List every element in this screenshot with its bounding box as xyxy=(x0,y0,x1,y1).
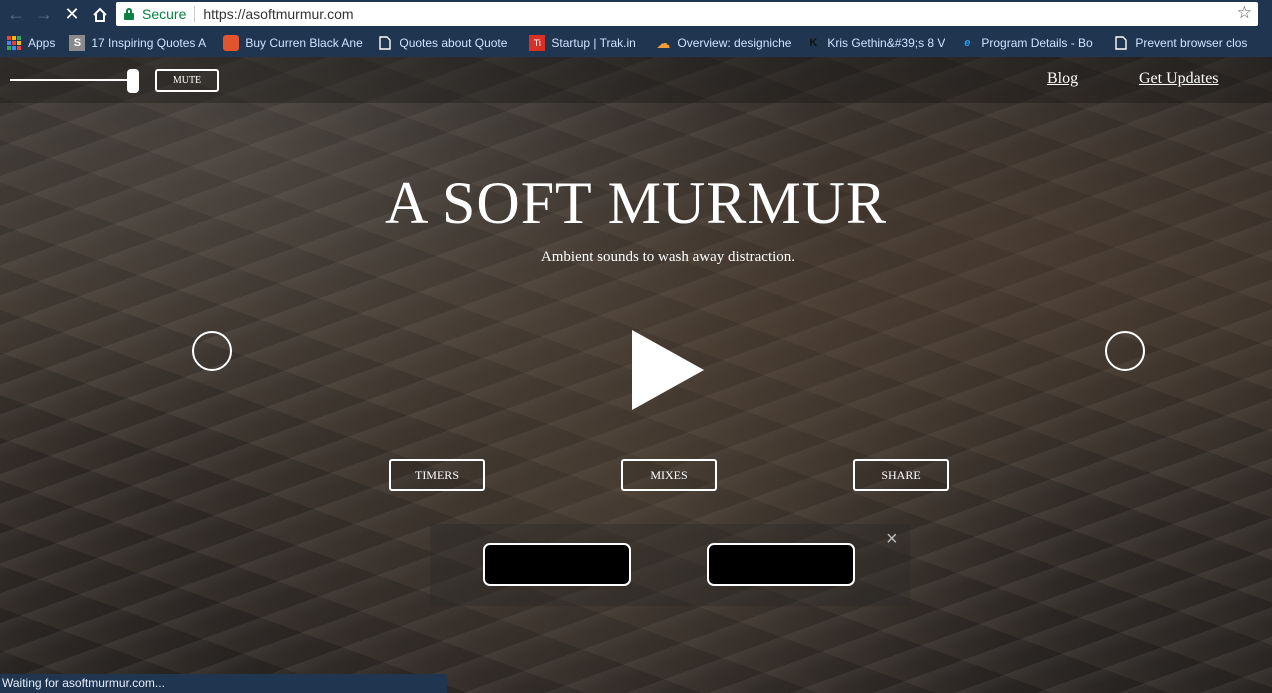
stop-loading-icon[interactable]: ✕ xyxy=(60,3,84,27)
bookmark-item[interactable]: Quotes about Quote xyxy=(377,35,515,51)
share-button[interactable]: SHARE xyxy=(853,459,949,491)
shopping-bag-icon xyxy=(223,35,240,51)
social-button-left[interactable] xyxy=(483,543,631,586)
bookmark-item[interactable]: ☁ Overview: designiche xyxy=(655,35,791,51)
bookmark-label: Quotes about Quote xyxy=(399,36,508,50)
back-icon[interactable]: ← xyxy=(4,3,28,27)
get-updates-link[interactable]: Get Updates xyxy=(1139,70,1219,88)
url-text[interactable]: https://asoftmurmur.com xyxy=(203,6,353,22)
bookmark-label: Overview: designiche xyxy=(677,36,792,50)
play-icon[interactable] xyxy=(632,330,704,410)
secure-label: Secure xyxy=(142,6,187,22)
bookmark-label: Apps xyxy=(28,36,56,50)
page-background: MUTE Blog Get Updates A SOFT MURMUR Ambi… xyxy=(0,57,1272,693)
next-circle-button[interactable] xyxy=(1105,331,1145,371)
bookmarks-bar: Apps S 17 Inspiring Quotes A Buy Curren … xyxy=(0,29,1272,57)
bookmark-item[interactable]: e Program Details - Bo xyxy=(959,35,1099,51)
bookmark-item[interactable]: Prevent browser clos xyxy=(1113,35,1263,51)
bookmark-label: Startup | Trak.in xyxy=(551,36,636,50)
bookmark-label: 17 Inspiring Quotes A xyxy=(91,36,207,50)
page-icon xyxy=(377,35,393,51)
lock-icon xyxy=(124,8,134,20)
bookmark-label: Buy Curren Black Ane xyxy=(245,36,363,50)
browser-toolbar: ← → ✕ Secure https://asoftmurmur.com ☆ xyxy=(0,0,1272,29)
previous-circle-button[interactable] xyxy=(192,331,232,371)
status-bar: Waiting for asoftmurmur.com... xyxy=(0,674,447,693)
bookmark-label: Kris Gethin&#39;s 8 V xyxy=(827,36,946,50)
s-logo-icon: S xyxy=(69,35,86,51)
page-icon xyxy=(1113,35,1129,51)
bookmark-item[interactable]: K Kris Gethin&#39;s 8 V xyxy=(805,35,945,51)
trakin-icon: Ti xyxy=(529,35,546,51)
page-title: A SOFT MURMUR xyxy=(384,170,888,236)
volume-slider-handle[interactable] xyxy=(127,69,139,93)
close-icon[interactable]: × xyxy=(886,529,898,549)
mixes-button[interactable]: MIXES xyxy=(621,459,717,491)
social-button-right[interactable] xyxy=(707,543,855,586)
omnibox-divider xyxy=(194,6,196,22)
bookmark-label: Program Details - Bo xyxy=(981,36,1093,50)
bookmark-item[interactable]: Buy Curren Black Ane xyxy=(223,35,363,51)
star-icon[interactable]: ☆ xyxy=(1237,3,1252,23)
page-subtitle: Ambient sounds to wash away distraction. xyxy=(540,249,796,265)
apps-grid-icon xyxy=(6,35,22,51)
address-bar[interactable]: Secure https://asoftmurmur.com ☆ xyxy=(116,2,1258,26)
bookmark-item[interactable]: Ti Startup | Trak.in xyxy=(529,35,641,51)
cloud-icon: ☁ xyxy=(656,35,671,51)
mute-button[interactable]: MUTE xyxy=(155,69,219,92)
bookmark-apps[interactable]: Apps xyxy=(6,35,55,51)
forward-icon[interactable]: → xyxy=(32,3,56,27)
bookmark-item[interactable]: S 17 Inspiring Quotes A xyxy=(69,35,209,51)
k-logo-icon: K xyxy=(809,37,818,49)
volume-slider-track[interactable] xyxy=(10,79,128,81)
bookmark-label: Prevent browser clos xyxy=(1135,36,1248,50)
blog-link[interactable]: Blog xyxy=(1047,70,1078,88)
ie-logo-icon: e xyxy=(964,37,971,49)
timers-button[interactable]: TIMERS xyxy=(389,459,485,491)
home-icon[interactable] xyxy=(88,3,112,27)
